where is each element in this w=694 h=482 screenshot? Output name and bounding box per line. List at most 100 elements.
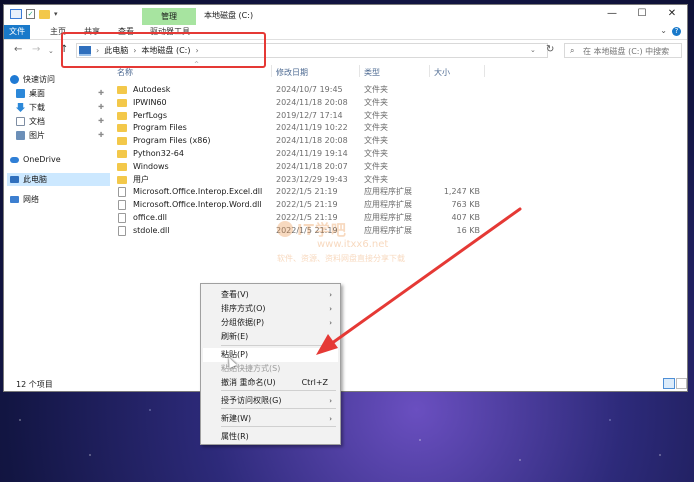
sidebar-item-pictures[interactable]: 图片 ✚ <box>16 129 110 142</box>
column-header-type[interactable]: 类型 <box>364 67 380 78</box>
menu-item-paste[interactable]: 粘贴(P) <box>203 348 338 362</box>
file-row[interactable]: PerfLogs 2019/12/7 17:14 文件夹 <box>114 109 474 122</box>
cloud-icon <box>10 156 19 163</box>
sidebar-item-label: 文档 <box>29 117 45 126</box>
sidebar-item-onedrive[interactable]: OneDrive <box>10 153 110 166</box>
sidebar-item-downloads[interactable]: 下载 ✚ <box>16 101 110 114</box>
details-view-icon[interactable] <box>663 378 675 389</box>
file-type: 文件夹 <box>364 110 388 120</box>
search-input[interactable] <box>581 45 683 58</box>
watermark-tagline: 软件、资源、资料网盘直接分享下载 <box>277 254 405 263</box>
file-date: 2022/1/5 21:19 <box>276 200 338 210</box>
file-name: Autodesk <box>133 85 171 94</box>
column-header-name[interactable]: 名称 <box>117 67 133 78</box>
customize-toolbar-icon[interactable]: ▾ <box>54 10 58 18</box>
column-divider[interactable] <box>271 65 272 77</box>
column-divider[interactable] <box>484 65 485 77</box>
menu-item-shortcut: Ctrl+Z <box>301 378 328 387</box>
manage-context-tab[interactable]: 管理 <box>142 8 196 25</box>
folder-icon <box>117 162 127 171</box>
large-icons-view-icon[interactable] <box>676 378 687 389</box>
network-icon <box>10 196 19 203</box>
folder-icon <box>117 86 127 94</box>
file-name: Microsoft.Office.Interop.Word.dll <box>133 200 262 210</box>
sidebar-item-network[interactable]: 网络 <box>10 193 110 206</box>
menu-item-label: 授予访问权限(G) <box>221 396 282 405</box>
menu-item-group-by[interactable]: 分组依据(P) › <box>203 316 338 330</box>
file-date: 2019/12/7 17:14 <box>276 110 343 120</box>
menu-item-properties[interactable]: 属性(R) <box>203 430 338 444</box>
file-row[interactable]: Windows 2024/11/18 20:07 文件夹 <box>114 160 474 173</box>
sidebar-item-this-pc[interactable]: 此电脑 <box>7 173 110 186</box>
computer-icon <box>10 176 19 183</box>
menu-item-label: 排序方式(O) <box>221 304 266 313</box>
column-divider[interactable] <box>429 65 430 77</box>
maximize-button[interactable]: ☐ <box>627 5 657 25</box>
file-row[interactable]: Python32-64 2024/11/19 19:14 文件夹 <box>114 147 474 160</box>
column-header-date[interactable]: 修改日期 <box>276 67 308 78</box>
menu-item-refresh[interactable]: 刷新(E) <box>203 330 338 344</box>
tab-file[interactable]: 文件 <box>4 25 30 39</box>
dll-file-icon <box>118 225 126 236</box>
file-row[interactable]: Program Files (x86) 2024/11/18 20:08 文件夹 <box>114 134 474 147</box>
file-row[interactable]: 用户 2023/12/29 19:43 文件夹 <box>114 173 474 186</box>
quick-access-toolbar: ✓ ▾ <box>10 9 58 19</box>
watermark-brand: IT学吧 <box>297 221 347 239</box>
file-date: 2024/11/18 20:07 <box>276 161 348 171</box>
refresh-icon[interactable]: ↻ <box>546 44 554 55</box>
ribbon-expand-icon[interactable]: ⌄ <box>660 26 667 35</box>
file-type: 文件夹 <box>364 136 388 146</box>
address-dropdown-icon[interactable]: ⌄ <box>530 46 536 54</box>
menu-item-undo-rename[interactable]: 撤消 重命名(U) Ctrl+Z <box>203 376 338 390</box>
file-row[interactable]: Autodesk 2024/10/7 19:45 文件夹 <box>114 83 474 96</box>
desktop-icon <box>16 89 25 98</box>
properties-check-icon[interactable]: ✓ <box>26 9 35 19</box>
forward-arrow-icon[interactable]: → <box>32 44 40 55</box>
sidebar-item-label: 快速访问 <box>23 75 55 84</box>
file-type: 文件夹 <box>364 161 388 171</box>
column-divider[interactable] <box>359 65 360 77</box>
file-date: 2024/11/18 20:08 <box>276 97 348 107</box>
menu-item-label: 分组依据(P) <box>221 318 265 327</box>
pictures-icon <box>16 131 25 140</box>
sidebar-item-label: 此电脑 <box>23 175 47 184</box>
sidebar-item-label: 下载 <box>29 103 45 112</box>
file-name: Windows <box>133 161 169 171</box>
menu-item-give-access[interactable]: 授予访问权限(G) › <box>203 394 338 408</box>
menu-item-label: 属性(R) <box>221 432 249 441</box>
submenu-arrow-icon: › <box>329 397 332 405</box>
file-name: PerfLogs <box>133 110 168 120</box>
file-row[interactable]: Program Files 2024/11/19 10:22 文件夹 <box>114 121 474 134</box>
menu-item-label: 刷新(E) <box>221 332 249 341</box>
menu-separator <box>221 408 336 409</box>
file-size: 16 KB <box>456 225 480 235</box>
search-box[interactable]: ⌕ <box>564 43 683 58</box>
watermark-url: www.itxx6.net <box>317 239 389 250</box>
close-button[interactable]: ✕ <box>657 5 687 25</box>
submenu-arrow-icon: › <box>329 415 332 423</box>
recent-locations-icon[interactable]: ⌄ <box>48 47 54 55</box>
folder-icon <box>117 124 127 133</box>
file-row[interactable]: Microsoft.Office.Interop.Word.dll 2022/1/… <box>114 198 480 211</box>
file-row[interactable]: IPWIN60 2024/11/18 20:08 文件夹 <box>114 96 474 109</box>
menu-item-sort-by[interactable]: 排序方式(O) › <box>203 302 338 316</box>
sidebar-item-label: 图片 <box>29 131 45 140</box>
minimize-button[interactable]: — <box>597 5 627 25</box>
sidebar-item-label: 桌面 <box>29 89 45 98</box>
folder-icon <box>117 175 127 184</box>
sidebar-item-desktop[interactable]: 桌面 ✚ <box>16 87 110 100</box>
app-icon[interactable] <box>10 9 22 19</box>
back-arrow-icon[interactable]: ← <box>14 44 22 55</box>
menu-separator <box>221 426 336 427</box>
sidebar-item-documents[interactable]: 文档 ✚ <box>16 115 110 128</box>
new-folder-icon[interactable] <box>39 9 50 19</box>
menu-item-view[interactable]: 查看(V) › <box>203 288 338 302</box>
context-menu: 查看(V) › 排序方式(O) › 分组依据(P) › 刷新(E) 粘贴(P) 粘贴快捷方式(S… <box>200 283 341 445</box>
file-date: 2024/11/19 10:22 <box>276 123 348 133</box>
menu-item-new[interactable]: 新建(W) › <box>203 412 338 426</box>
folder-icon <box>117 137 127 146</box>
file-row[interactable]: Microsoft.Office.Interop.Excel.dll 2022/1… <box>114 185 480 198</box>
sidebar-item-quick-access[interactable]: 快速访问 <box>10 73 110 86</box>
help-icon[interactable]: ? <box>672 27 681 36</box>
column-header-size[interactable]: 大小 <box>434 67 450 78</box>
